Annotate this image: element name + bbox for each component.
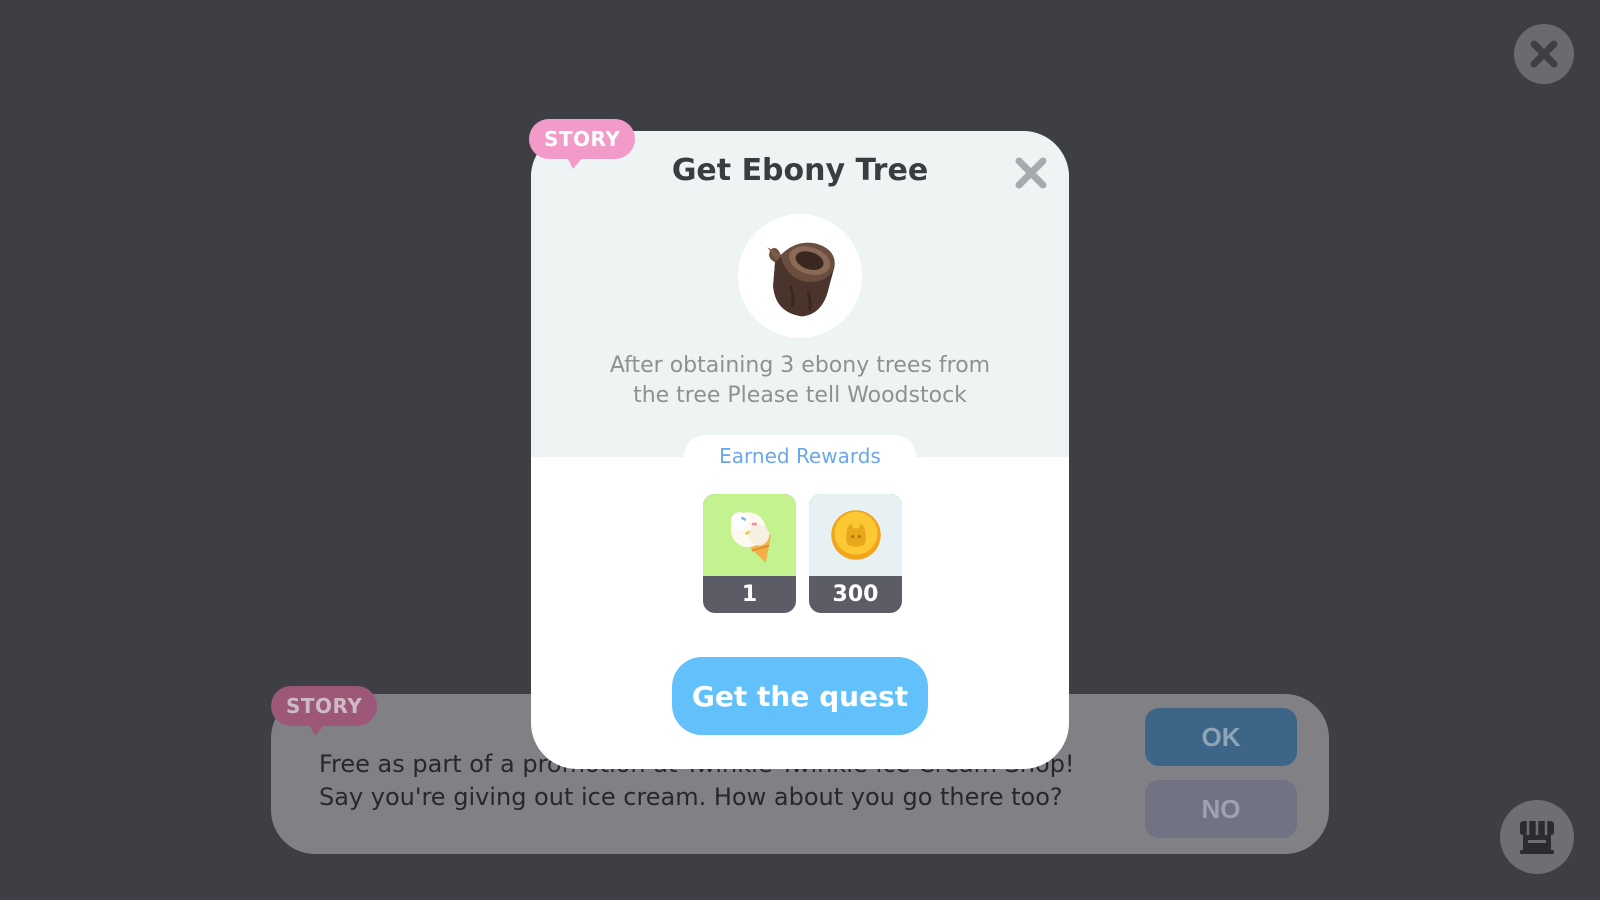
ebony-log-icon xyxy=(767,242,835,317)
shop-icon xyxy=(1520,821,1554,854)
quest-description-line-2: the tree Please tell Woodstock xyxy=(633,383,967,408)
reward-quantity: 1 xyxy=(741,582,758,607)
reward-thumbnail xyxy=(809,494,902,576)
close-icon xyxy=(1015,157,1047,189)
rewards-label: Earned Rewards xyxy=(719,444,881,468)
screen-close-button[interactable] xyxy=(1514,24,1574,84)
story-dialog-line-2: Say you're giving out ice cream. How abo… xyxy=(319,783,1063,811)
ok-button[interactable]: OK xyxy=(1145,708,1297,766)
quest-description-line-1: After obtaining 3 ebony trees from xyxy=(609,353,991,378)
reward-card-ice-cream[interactable]: 1 xyxy=(703,494,796,613)
reward-thumbnail xyxy=(703,494,796,576)
gold-coin-icon xyxy=(830,510,881,560)
quest-description: After obtaining 3 ebony trees from the t… xyxy=(531,351,1069,411)
story-dialog-tag: STORY xyxy=(271,686,378,736)
close-icon xyxy=(1530,40,1558,68)
no-button[interactable]: NO xyxy=(1145,780,1297,838)
quest-title: Get Ebony Tree xyxy=(671,153,929,188)
game-screen: STORY Free as part of a promotion at Twi… xyxy=(0,0,1600,900)
modal-close-button[interactable] xyxy=(1013,155,1049,191)
quest-item-image xyxy=(738,214,862,338)
reward-quantity: 300 xyxy=(832,582,879,607)
ice-cream-icon xyxy=(730,512,771,563)
quest-modal: STORY Get Ebony Tree After obtaining 3 e… xyxy=(529,119,1069,769)
get-quest-button[interactable]: Get the quest xyxy=(672,657,928,735)
shop-button[interactable] xyxy=(1500,800,1574,874)
reward-card-coin[interactable]: 300 xyxy=(809,494,902,613)
